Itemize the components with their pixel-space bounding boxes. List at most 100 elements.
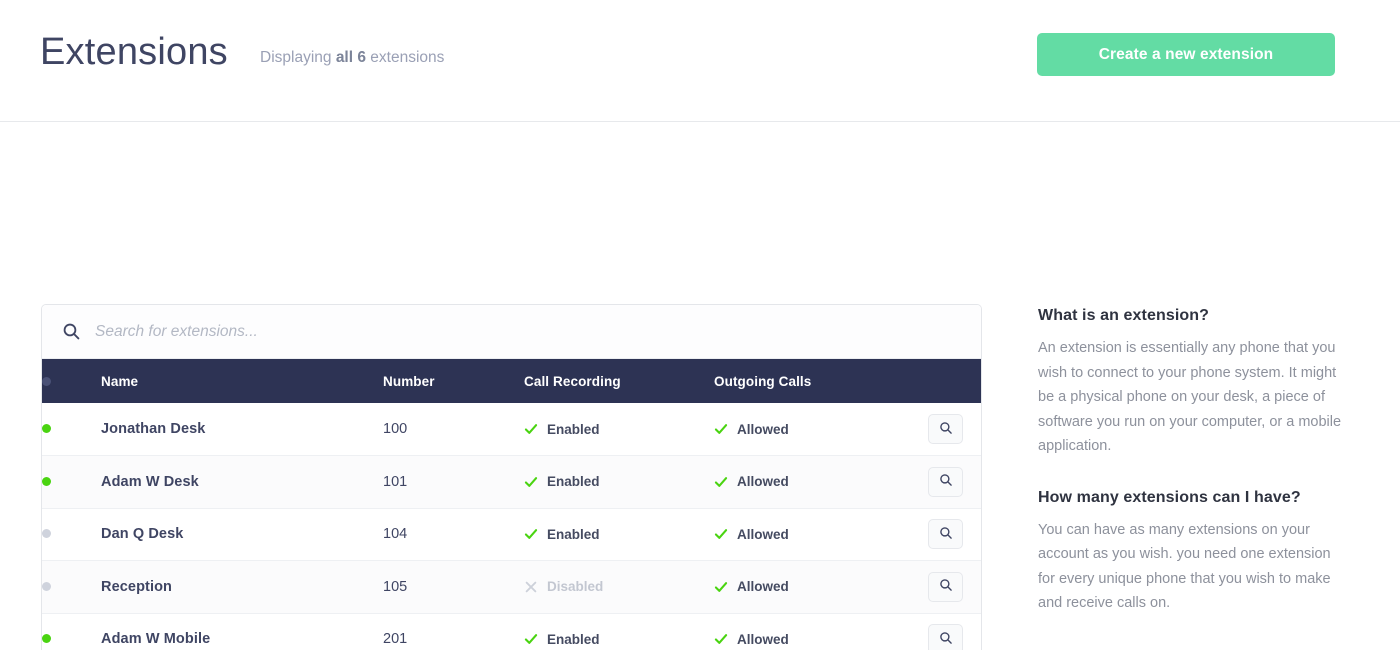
create-extension-button[interactable]: Create a new extension [1037, 33, 1335, 76]
row-outgoing-calls-cell: Allowed [714, 456, 928, 509]
row-number: 104 [383, 526, 408, 543]
magnifier-icon [939, 631, 953, 648]
row-call-recording-cell: Enabled [524, 456, 714, 509]
help-heading: How many extensions can I have? [1038, 488, 1301, 506]
row-status-cell [42, 456, 101, 509]
row-outgoing-calls-label: Allowed [737, 579, 789, 595]
header-subtitle: Displaying all 6 extensions [260, 48, 444, 68]
row-actions-cell [928, 561, 981, 614]
table-row[interactable]: Adam W Desk 101 Enabled Allowed [42, 455, 981, 509]
check-icon [714, 422, 728, 436]
row-status-cell [42, 403, 101, 456]
row-call-recording-label: Enabled [547, 631, 600, 647]
help-sidebar: What is an extension? An extension is ess… [1038, 305, 1348, 616]
row-outgoing-calls-cell: Allowed [714, 403, 928, 456]
row-call-recording-label: Enabled [547, 421, 600, 437]
view-extension-button[interactable] [928, 571, 963, 602]
row-number: 201 [383, 631, 408, 648]
help-heading: What is an extension? [1038, 307, 1210, 324]
table-row[interactable]: Adam W Mobile 201 Enabled Allowed [42, 613, 981, 650]
row-status-cell [42, 613, 101, 650]
magnifier-icon [939, 473, 953, 490]
column-header-actions [928, 359, 981, 403]
check-icon [524, 527, 538, 541]
column-header-call-recording[interactable]: Call Recording [524, 359, 714, 403]
row-call-recording-label: Enabled [547, 526, 600, 542]
table-row[interactable]: Dan Q Desk 104 Enabled Allowed [42, 508, 981, 561]
row-outgoing-calls-cell: Allowed [714, 613, 928, 650]
page-header: Extensions Displaying all 6 extensions C… [0, 0, 1400, 122]
row-actions-cell [928, 508, 981, 561]
status-dot-icon [42, 424, 51, 433]
row-call-recording-label: Disabled [547, 579, 604, 595]
status-dot-icon [42, 476, 51, 486]
magnifier-icon [939, 421, 953, 438]
search-input[interactable] [95, 305, 695, 359]
row-call-recording-cell: Enabled [524, 613, 714, 650]
page-title: Extensions [40, 31, 228, 73]
extensions-table: Name Number Call Recording Outgoing Call… [42, 359, 981, 650]
table-row[interactable]: Reception 105 Disabled Allowed [42, 560, 981, 614]
view-extension-button[interactable] [928, 414, 963, 444]
row-actions-cell [928, 456, 981, 509]
view-extension-button[interactable] [928, 624, 963, 650]
header-subtitle-suffix: extensions [365, 49, 445, 66]
check-icon [524, 475, 538, 489]
row-number: 101 [383, 473, 408, 490]
column-header-outgoing-calls[interactable]: Outgoing Calls [714, 359, 928, 403]
check-icon [714, 527, 728, 541]
row-name: Adam W Mobile [101, 631, 211, 648]
row-call-recording-label: Enabled [547, 474, 600, 490]
header-subtitle-prefix: Displaying [260, 49, 336, 66]
row-actions-cell [928, 403, 981, 456]
search-icon [62, 322, 81, 341]
row-outgoing-calls-label: Allowed [737, 631, 789, 647]
check-icon [524, 632, 538, 646]
help-body: An extension is essentially any phone th… [1038, 340, 1342, 454]
search-bar [42, 305, 981, 359]
row-outgoing-calls-label: Allowed [737, 474, 789, 490]
row-name: Jonathan Desk [101, 421, 206, 437]
extensions-panel: Name Number Call Recording Outgoing Call… [41, 304, 982, 650]
help-block: How many extensions can I have? You can h… [1038, 487, 1348, 616]
row-actions-cell [928, 613, 981, 650]
row-call-recording-cell: Disabled [524, 561, 714, 614]
status-dot-icon [42, 581, 51, 591]
table-header-row: Name Number Call Recording Outgoing Call… [42, 359, 981, 403]
row-outgoing-calls-label: Allowed [737, 421, 789, 437]
table-header: Name Number Call Recording Outgoing Call… [42, 359, 981, 403]
status-dot-icon [42, 376, 51, 386]
magnifier-icon [939, 526, 953, 543]
help-body: You can have as many extensions on your … [1038, 521, 1331, 612]
help-block: What is an extension? An extension is ess… [1038, 305, 1348, 459]
row-call-recording-cell: Enabled [524, 508, 714, 561]
row-name: Reception [101, 578, 172, 595]
table-body: Jonathan Desk 100 Enabled Allowed Adam W Des… [42, 403, 981, 650]
extensions-page: Extensions Displaying all 6 extensions C… [0, 0, 1400, 650]
row-number: 105 [383, 578, 408, 595]
check-icon [714, 475, 728, 489]
row-number: 100 [383, 421, 408, 437]
magnifier-icon [939, 578, 953, 595]
column-header-status [42, 359, 101, 403]
check-icon [714, 632, 728, 646]
column-header-name[interactable]: Name [101, 359, 383, 403]
status-dot-icon [42, 529, 51, 539]
row-status-cell [42, 508, 101, 561]
view-extension-button[interactable] [928, 519, 963, 550]
row-outgoing-calls-label: Allowed [737, 526, 789, 542]
table-row[interactable]: Jonathan Desk 100 Enabled Allowed [42, 403, 981, 456]
row-call-recording-cell: Enabled [524, 403, 714, 456]
row-name: Dan Q Desk [101, 526, 184, 543]
view-extension-button[interactable] [928, 466, 963, 497]
row-outgoing-calls-cell: Allowed [714, 561, 928, 614]
check-icon [524, 422, 538, 436]
header-subtitle-count: all 6 [335, 49, 366, 66]
cross-icon [524, 580, 538, 594]
status-dot-icon [42, 634, 51, 644]
column-header-number[interactable]: Number [383, 359, 524, 403]
row-name: Adam W Desk [101, 473, 199, 490]
row-outgoing-calls-cell: Allowed [714, 508, 928, 561]
check-icon [714, 580, 728, 594]
row-status-cell [42, 561, 101, 614]
